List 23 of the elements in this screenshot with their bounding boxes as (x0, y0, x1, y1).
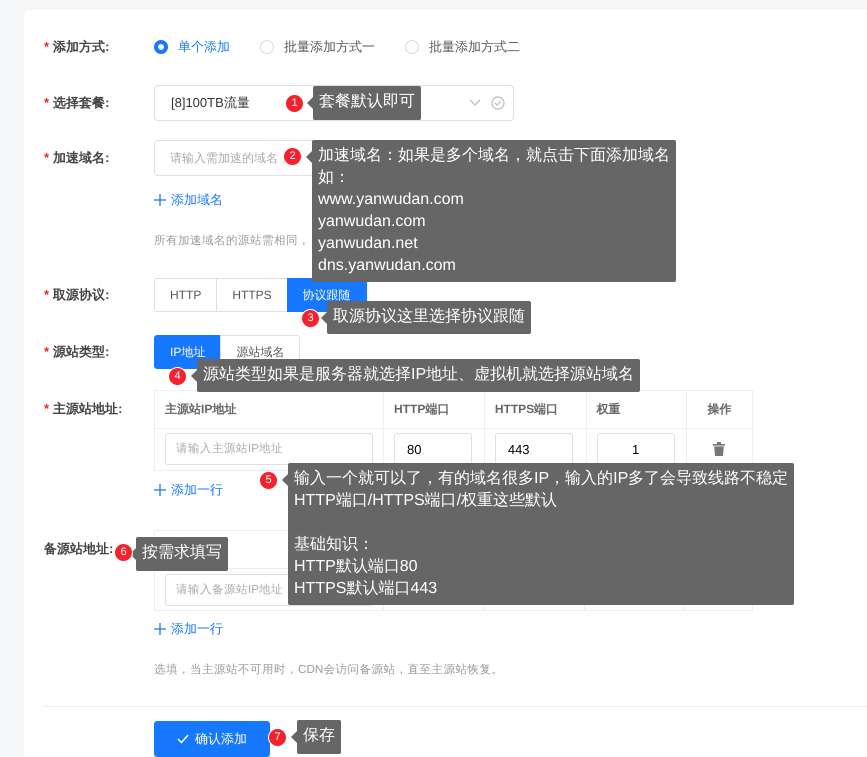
form-label: * 加速域名: (44, 149, 110, 167)
form-label: * 添加方式: (44, 38, 110, 56)
form-label: * 取源协议: (44, 286, 110, 304)
tooltip-text: HTTP端口/HTTPS端口/权重这些默认 (294, 490, 558, 511)
column-header: 操作 (686, 390, 752, 428)
tooltip-text: dns.yanwudan.com (318, 256, 456, 276)
hint-text: 所有加速域名的源站需相同， (154, 232, 310, 248)
tooltip-text: 加速域名：如果是多个域名，就点击下面添加域名 (318, 146, 670, 166)
tooltip-text: 按需求填写 (142, 542, 222, 563)
tooltip-text: yanwudan.net (318, 234, 418, 254)
form-label: 备源站地址: (44, 540, 114, 558)
form-label: * 选择套餐: (44, 94, 110, 112)
form-label: * 源站类型: (44, 342, 110, 361)
select-value: [8]100TB流量 (171, 94, 250, 112)
tooltip-text: 基础知识： (294, 534, 374, 555)
tooltip-text: 保存 (303, 726, 335, 746)
hint-text: 选填，当主源站不可用时，CDN会访问备源站，直至主源站恢复。 (154, 662, 504, 678)
tooltip-text: www.yanwudan.com (318, 190, 464, 210)
tooltip-text: 套餐默认即可 (319, 92, 415, 112)
tooltip-text: yanwudan.com (318, 212, 426, 232)
tooltip-text: 输入一个就可以了，有的域名很多IP，输入的IP多了会导致线路不稳定 (294, 468, 788, 489)
tooltip-text: 如： (318, 168, 350, 188)
form-label: * 主源站地址: (44, 400, 122, 418)
